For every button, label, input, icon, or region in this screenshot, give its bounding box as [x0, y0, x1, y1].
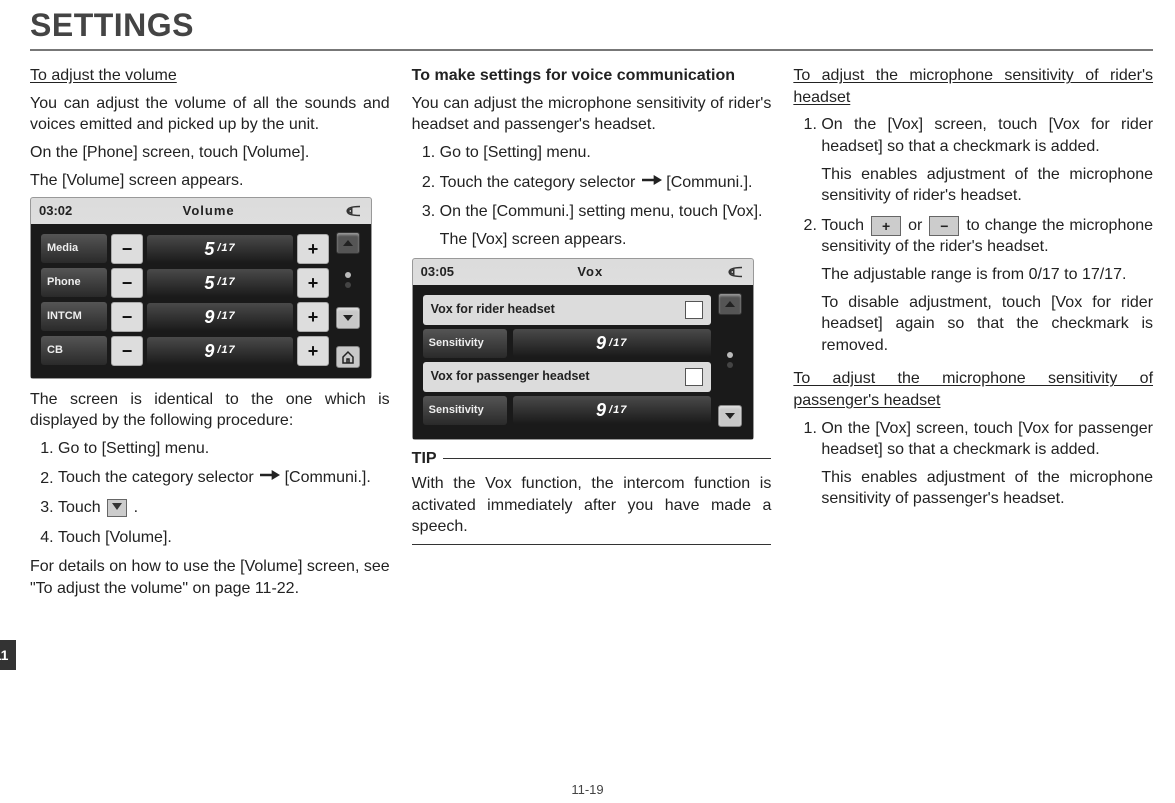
col2-p1: You can adjust the microphone sensitivit… [412, 93, 772, 136]
volume-media-plus-button[interactable]: + [297, 234, 329, 264]
volume-row-intcm-label: INTCM [41, 302, 107, 331]
col1-p3: The [Volume] screen appears. [30, 170, 390, 192]
chevron-up-icon[interactable] [718, 293, 742, 315]
volume-intcm-value: 9/17 [147, 303, 293, 331]
volume-phone-value: 5/17 [147, 269, 293, 297]
page-dot [345, 272, 351, 278]
volume-phone-plus-button[interactable]: + [297, 268, 329, 298]
tip-text: With the Vox function, the intercom func… [412, 473, 772, 538]
volume-time: 03:02 [39, 202, 72, 220]
page-dot [727, 352, 733, 358]
volume-cb-plus-button[interactable]: + [297, 336, 329, 366]
vox-passenger-sensitivity-value: 9/17 [513, 396, 711, 424]
column-2: To make settings for voice communication… [412, 61, 772, 605]
col3-sec2-li1-sub: This enables adjustment of the microphon… [821, 467, 1153, 510]
col2-li2: Touch the category selector [Communi.]. [440, 172, 772, 194]
plus-icon: + [871, 216, 901, 236]
volume-row-phone-label: Phone [41, 268, 107, 297]
col1-li4: Touch [Volume]. [58, 527, 390, 549]
col1-p2: On the [Phone] screen, touch [Volume]. [30, 142, 390, 164]
page-dot [345, 282, 351, 288]
col2-title: To make settings for voice communication [412, 65, 772, 87]
col2-li3-sub: The [Vox] screen appears. [440, 229, 772, 251]
chevron-down-icon[interactable] [718, 405, 742, 427]
vox-time: 03:05 [421, 263, 454, 281]
page-dot [727, 362, 733, 368]
home-icon[interactable] [336, 346, 360, 368]
col1-li2: Touch the category selector [Communi.]. [58, 467, 390, 489]
minus-icon: − [929, 216, 959, 236]
col1-after-img: The screen is identical to the one which… [30, 389, 390, 432]
col3-sec1-li1-sub: This enables adjustment of the microphon… [821, 164, 1153, 207]
chevron-down-icon [107, 499, 127, 517]
col1-li3: Touch . [58, 497, 390, 519]
back-icon[interactable] [727, 265, 745, 279]
col2-li3: On the [Communi.] setting menu, touch [V… [440, 201, 772, 250]
checkbox-icon[interactable] [685, 368, 703, 386]
vox-screenshot: 03:05 Vox Vox for rider headset Sensitiv… [412, 258, 754, 439]
col1-p1: You can adjust the volume of all the sou… [30, 93, 390, 136]
column-1: To adjust the volume You can adjust the … [30, 61, 390, 605]
col3-sec1-li2: Touch + or − to change the microphone se… [821, 215, 1153, 357]
volume-intcm-minus-button[interactable]: − [111, 302, 143, 332]
col2-li1: Go to [Setting] menu. [440, 142, 772, 164]
vox-sensitivity-label: Sensitivity [423, 396, 507, 425]
volume-row-media-label: Media [41, 234, 107, 263]
volume-media-value: 5/17 [147, 235, 293, 263]
arrow-right-icon [260, 467, 280, 489]
volume-cb-minus-button[interactable]: − [111, 336, 143, 366]
col1-title: To adjust the volume [30, 65, 390, 87]
volume-row-cb-label: CB [41, 336, 107, 365]
col3-sec1-li1: On the [Vox] screen, touch [Vox for ride… [821, 114, 1153, 206]
page-title: SETTINGS [30, 4, 1153, 47]
col1-bottom: For details on how to use the [Volume] s… [30, 556, 390, 599]
col1-li1: Go to [Setting] menu. [58, 438, 390, 460]
col3-sec2-li1: On the [Vox] screen, touch [Vox for pass… [821, 418, 1153, 510]
volume-intcm-plus-button[interactable]: + [297, 302, 329, 332]
back-icon[interactable] [345, 204, 363, 218]
checkbox-icon[interactable] [685, 301, 703, 319]
chevron-down-icon[interactable] [336, 307, 360, 329]
vox-header-title: Vox [454, 263, 727, 281]
vox-passenger-toggle[interactable]: Vox for passenger headset [423, 362, 711, 392]
tip-label: TIP [412, 448, 437, 470]
vox-rider-toggle[interactable]: Vox for rider headset [423, 295, 711, 325]
page-number: 11-19 [0, 781, 1175, 799]
column-3: To adjust the microphone sensitivity of … [793, 61, 1153, 605]
volume-phone-minus-button[interactable]: − [111, 268, 143, 298]
col3-sec1-li2-sub1: The adjustable range is from 0/17 to 17/… [821, 264, 1153, 286]
volume-cb-value: 9/17 [147, 337, 293, 365]
vox-rider-sensitivity-value: 9/17 [513, 329, 711, 357]
volume-screenshot: 03:02 Volume Media − 5/17 [30, 197, 372, 379]
volume-media-minus-button[interactable]: − [111, 234, 143, 264]
heading-divider [30, 49, 1153, 51]
col3-sec1-li2-sub2: To disable adjustment, touch [Vox for ri… [821, 292, 1153, 357]
col3-title2: To adjust the microphone sensitivity of … [793, 368, 1153, 411]
chevron-up-icon[interactable] [336, 232, 360, 254]
volume-header-title: Volume [72, 202, 345, 220]
vox-sensitivity-label: Sensitivity [423, 329, 507, 358]
arrow-right-icon [642, 172, 662, 194]
section-tab: 11 [0, 640, 16, 670]
col3-title1: To adjust the microphone sensitivity of … [793, 65, 1153, 108]
